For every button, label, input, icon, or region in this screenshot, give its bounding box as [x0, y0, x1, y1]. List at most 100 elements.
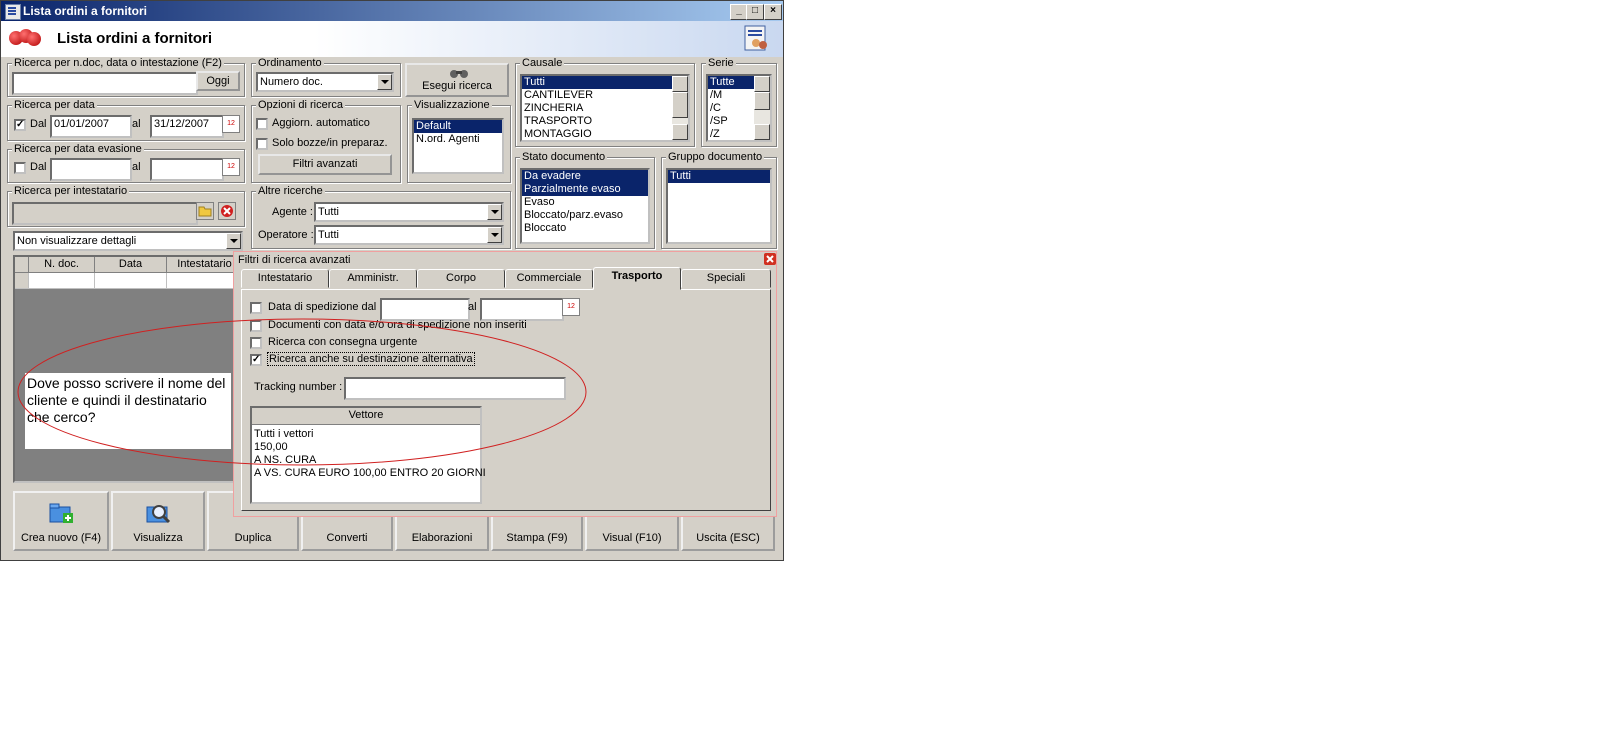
tracking-label: Tracking number : [254, 381, 343, 393]
chevron-down-icon[interactable] [377, 74, 392, 90]
list-item[interactable]: ZINCHERIA [522, 102, 688, 115]
agent-value: Tutti [318, 206, 339, 218]
create-new-button[interactable]: Crea nuovo (F4) [13, 491, 109, 551]
scroll-up-icon[interactable] [754, 76, 770, 92]
toolbar-label: Visualizza [133, 532, 183, 544]
date-search-group: Ricerca per data ✓ Dal 01/01/2007 al 31/… [7, 99, 245, 141]
drafts-only-checkbox[interactable] [256, 138, 268, 150]
tab-speciali[interactable]: Speciali [681, 269, 771, 288]
toolbar-label: Duplica [234, 532, 272, 544]
execute-search-button[interactable]: Esegui ricerca [405, 63, 509, 97]
date-search-checkbox[interactable]: ✓ [14, 119, 26, 131]
date-to-input[interactable]: 31/12/2007 [150, 115, 224, 138]
ship-date-to-input[interactable] [480, 298, 564, 321]
ship-date-checkbox[interactable] [250, 302, 262, 314]
list-item[interactable]: 150,00 [252, 441, 480, 454]
search-doc-group: Ricerca per n.doc, data o intestazione (… [7, 57, 245, 97]
list-item[interactable]: MONTAGGIO [522, 128, 688, 140]
column-header[interactable]: Data [95, 257, 167, 273]
calendar-icon[interactable]: 12 [222, 158, 240, 176]
table-row[interactable] [95, 273, 167, 289]
tab-commerciale[interactable]: Commerciale [505, 269, 593, 288]
column-header[interactable]: N. doc. [29, 257, 95, 273]
no-ship-date-label: Documenti con data e/o ora di spedizione… [268, 319, 527, 331]
table-row[interactable] [167, 273, 243, 289]
ship-date-from-input[interactable] [380, 298, 470, 321]
table-row[interactable] [29, 273, 95, 289]
close-icon[interactable] [764, 253, 776, 265]
date-from-label: Dal [30, 118, 47, 130]
list-item[interactable]: A NS. CURA [252, 454, 480, 467]
date-to-label: al [132, 118, 141, 130]
evasion-date-group: Ricerca per data evasione Dal al 12 [7, 143, 245, 183]
ordering-legend: Ordinamento [256, 57, 324, 69]
carrier-header[interactable]: Vettore [252, 408, 480, 425]
scroll-up-icon[interactable] [672, 76, 688, 92]
scroll-down-icon[interactable] [672, 124, 688, 140]
tab-corpo[interactable]: Corpo [417, 269, 505, 288]
advanced-filters-button[interactable]: Filtri avanzati [258, 154, 392, 175]
list-item[interactable]: Evaso [522, 196, 648, 209]
holder-input[interactable] [12, 202, 198, 225]
list-item[interactable]: TRASPORTO [522, 115, 688, 128]
scroll-down-icon[interactable] [754, 124, 770, 140]
column-header[interactable]: Intestatario [167, 257, 243, 273]
calendar-icon[interactable]: 12 [222, 115, 240, 133]
list-item[interactable]: Default [414, 120, 502, 133]
auto-update-checkbox[interactable] [256, 118, 268, 130]
no-ship-date-checkbox[interactable] [250, 320, 262, 332]
close-button[interactable]: × [764, 4, 782, 20]
view-button[interactable]: Visualizza [111, 491, 205, 551]
chevron-down-icon[interactable] [487, 227, 502, 243]
list-item[interactable]: Bloccato/parz.evaso [522, 209, 648, 222]
maximize-button[interactable]: □ [746, 4, 764, 20]
other-search-group: Altre ricerche Agente : Tutti Operatore … [251, 185, 511, 249]
operator-select[interactable]: Tutti [314, 225, 504, 245]
list-item[interactable]: Da evadere [522, 170, 648, 183]
list-item[interactable]: Parzialmente evaso [522, 183, 648, 196]
evasion-to-input[interactable] [150, 158, 224, 181]
serie-scrollbar[interactable] [754, 76, 770, 140]
ordering-select[interactable]: Numero doc. [256, 72, 394, 92]
chevron-down-icon[interactable] [226, 233, 241, 249]
carrier-list[interactable]: Vettore Tutti i vettori 150,00 A NS. CUR… [250, 406, 486, 504]
urgent-label: Ricerca con consegna urgente [268, 336, 418, 348]
doc-group-list[interactable]: Tutti [666, 168, 772, 244]
list-item[interactable]: A VS. CURA EURO 100,00 ENTRO 20 GIORNI [252, 467, 486, 480]
evasion-date-checkbox[interactable] [14, 162, 26, 174]
list-item[interactable]: Tutti [522, 76, 688, 89]
details-select[interactable]: Non visualizzare dettagli [13, 231, 243, 251]
urgent-checkbox[interactable] [250, 337, 262, 349]
tab-trasporto[interactable]: Trasporto [593, 267, 681, 290]
chevron-down-icon[interactable] [487, 204, 502, 220]
clear-icon[interactable] [218, 202, 236, 220]
evasion-from-input[interactable] [50, 158, 132, 181]
view-list[interactable]: Default N.ord. Agenti [412, 118, 504, 174]
scroll-thumb[interactable] [672, 92, 688, 118]
today-button[interactable]: Oggi [196, 71, 240, 91]
date-from-input[interactable]: 01/01/2007 [50, 115, 132, 138]
binoculars-icon [450, 70, 468, 78]
list-item[interactable]: CANTILEVER [522, 89, 688, 102]
doc-status-list[interactable]: Da evadere Parzialmente evaso Evaso Bloc… [520, 168, 650, 244]
tab-amministr[interactable]: Amministr. [329, 269, 417, 288]
toolbar-label: Crea nuovo (F4) [20, 532, 102, 544]
alt-destination-checkbox[interactable]: ✓ [250, 354, 262, 366]
list-item[interactable]: N.ord. Agenti [414, 133, 502, 146]
list-item[interactable]: Tutti i vettori [252, 428, 480, 441]
users-list-icon[interactable] [744, 25, 770, 53]
serie-list[interactable]: Tutte /M /C /SP /Z [706, 74, 772, 142]
folder-icon[interactable] [196, 202, 214, 220]
tab-intestatario[interactable]: Intestatario [241, 269, 329, 288]
scroll-thumb[interactable] [754, 92, 770, 110]
view-legend: Visualizzazione [412, 99, 492, 111]
title-bar[interactable]: Lista ordini a fornitori _ □ × [1, 1, 783, 21]
tracking-input[interactable] [344, 377, 566, 400]
list-item[interactable]: Bloccato [522, 222, 648, 235]
calendar-icon[interactable]: 12 [562, 298, 580, 316]
list-item[interactable]: Tutti [668, 170, 770, 183]
agent-select[interactable]: Tutti [314, 202, 504, 222]
causale-list[interactable]: Tutti CANTILEVER ZINCHERIA TRASPORTO MON… [520, 74, 690, 142]
causale-scrollbar[interactable] [672, 76, 688, 140]
search-doc-input[interactable] [12, 72, 198, 95]
